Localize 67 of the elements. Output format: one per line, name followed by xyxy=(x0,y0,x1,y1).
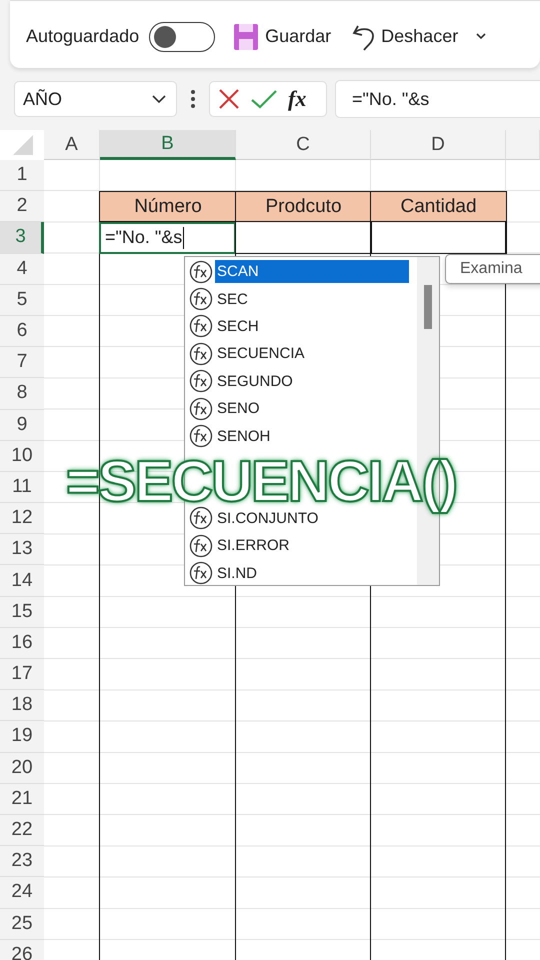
function-suggestion[interactable]: SEC xyxy=(215,288,409,311)
function-suggestion[interactable]: SECUENCIA xyxy=(215,342,409,366)
table-header-cell: Prodcuto xyxy=(235,191,372,222)
save-button[interactable]: Guardar xyxy=(229,22,338,50)
row-header[interactable]: 26 xyxy=(0,940,44,960)
row-header[interactable]: 6 xyxy=(0,316,44,348)
name-box[interactable]: AÑO xyxy=(14,81,177,117)
row-header[interactable]: 14 xyxy=(0,565,44,597)
hint-tooltip: Examina xyxy=(445,254,540,284)
column-header[interactable]: D xyxy=(371,130,506,160)
function-suggestion[interactable]: SENOH xyxy=(215,424,409,448)
function-icon xyxy=(189,314,213,338)
insert-function-button[interactable]: fx xyxy=(288,86,306,112)
autosave-label: Autoguardado xyxy=(26,26,140,47)
row-header[interactable]: 25 xyxy=(0,908,44,940)
function-icon xyxy=(189,396,213,421)
cancel-icon xyxy=(218,88,240,110)
row-header[interactable]: 19 xyxy=(0,721,44,753)
function-suggestion[interactable]: SEGUNDO xyxy=(215,370,409,393)
function-icon xyxy=(189,534,213,558)
row-header[interactable]: 12 xyxy=(0,503,44,534)
row-header[interactable]: 5 xyxy=(0,284,44,316)
row-header[interactable]: 18 xyxy=(0,690,44,722)
row-header[interactable]: 17 xyxy=(0,659,44,690)
function-icon xyxy=(189,287,213,312)
table-header-cell: Número xyxy=(99,191,237,222)
formula-input[interactable]: ="No. "&s xyxy=(335,80,540,118)
function-suggestion[interactable]: SCAN xyxy=(215,260,409,284)
column-header[interactable]: A xyxy=(44,130,100,160)
grid-cell[interactable] xyxy=(235,222,372,254)
table-header-cell: Cantidad xyxy=(370,191,507,222)
row-header[interactable]: 11 xyxy=(0,472,44,504)
function-icon xyxy=(189,369,213,394)
row-header[interactable]: 16 xyxy=(0,628,44,659)
row-header[interactable]: 23 xyxy=(0,846,44,878)
active-cell-input[interactable]: ="No. "&s xyxy=(99,222,236,254)
scrollbar-thumb[interactable] xyxy=(424,285,432,329)
function-suggestion[interactable]: SENO xyxy=(215,397,409,420)
function-suggestion[interactable]: SI.ND xyxy=(215,562,409,584)
row-header[interactable]: 22 xyxy=(0,814,44,846)
row-header[interactable]: 15 xyxy=(0,596,44,628)
row-header[interactable]: 21 xyxy=(0,784,44,815)
row-header[interactable]: 1 xyxy=(0,160,44,192)
enter-icon xyxy=(250,88,278,110)
more-icon xyxy=(191,89,195,109)
chevron-down-icon xyxy=(152,95,166,103)
row-header[interactable]: 10 xyxy=(0,440,44,472)
chevron-down-icon xyxy=(476,33,486,40)
row-header[interactable]: 20 xyxy=(0,752,44,784)
row-header[interactable]: 24 xyxy=(0,877,44,908)
function-icon xyxy=(189,424,213,448)
function-suggestion[interactable]: SI.ERROR xyxy=(215,534,409,558)
function-icon xyxy=(189,561,213,585)
column-header[interactable]: B xyxy=(100,130,236,160)
row-header[interactable]: 2 xyxy=(0,191,44,222)
column-header[interactable]: C xyxy=(236,130,371,160)
row-header[interactable]: 9 xyxy=(0,410,44,441)
function-icon xyxy=(189,342,213,366)
function-icon xyxy=(189,260,213,284)
row-header[interactable]: 7 xyxy=(0,347,44,378)
undo-button[interactable]: Deshacer xyxy=(347,22,464,52)
row-header[interactable]: 8 xyxy=(0,378,44,410)
row-header[interactable]: 13 xyxy=(0,534,44,566)
function-suggestion[interactable]: SECH xyxy=(215,314,409,338)
autosave-toggle[interactable] xyxy=(149,22,216,52)
row-header[interactable]: 4 xyxy=(0,254,44,285)
row-header[interactable]: 3 xyxy=(0,222,44,254)
